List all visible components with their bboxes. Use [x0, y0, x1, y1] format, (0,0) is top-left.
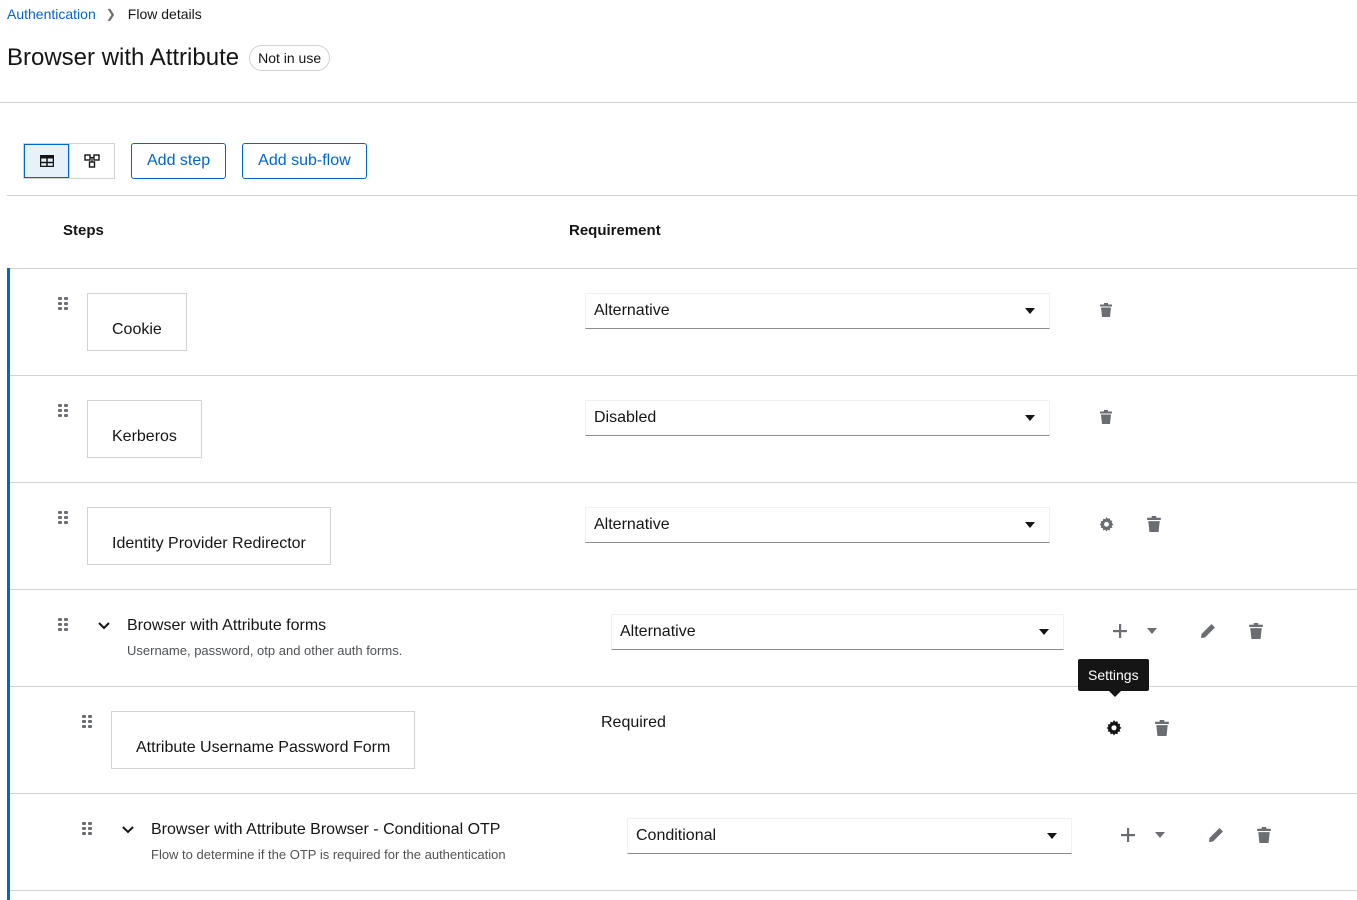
gear-icon: [1098, 516, 1114, 532]
view-toggle-group: [23, 143, 115, 179]
toolbar: Add step Add sub-flow: [23, 143, 367, 179]
chevron-down-icon[interactable]: [120, 822, 136, 838]
edit-button[interactable]: [1204, 823, 1228, 847]
delete-button[interactable]: [1252, 823, 1276, 847]
table-row: Cookie Alternative: [10, 269, 1357, 376]
tooltip-arrow: [1109, 691, 1121, 697]
step-name-card: Cookie: [87, 293, 187, 351]
subflow-title: Browser with Attribute Browser - Conditi…: [151, 821, 501, 838]
requirement-select-value: Alternative: [620, 623, 696, 640]
step-name-card: Identity Provider Redirector: [87, 507, 331, 565]
table-row: Kerberos Disabled: [10, 376, 1357, 483]
page-title: Browser with Attribute: [7, 44, 240, 71]
table-icon: [39, 155, 54, 167]
tooltip-text: Settings: [1088, 667, 1139, 683]
requirement-select-value: Alternative: [594, 302, 670, 319]
add-step-button[interactable]: Add step: [131, 143, 227, 179]
step-name-card: Attribute Username Password Form: [111, 711, 416, 769]
add-options-toggle[interactable]: [1140, 619, 1164, 643]
caret-down-icon: [1025, 415, 1035, 421]
column-header-requirement: Requirement: [569, 222, 661, 239]
requirement-select[interactable]: Conditional: [627, 818, 1072, 854]
requirement-select-value: Disabled: [594, 409, 657, 426]
add-execution-button[interactable]: [1108, 619, 1132, 643]
caret-down-icon: [1025, 522, 1035, 528]
delete-button[interactable]: [1094, 298, 1118, 322]
add-options-toggle[interactable]: [1148, 823, 1172, 847]
subflow-description: Username, password, otp and other auth f…: [127, 643, 403, 658]
toolbar-divider: [7, 195, 1357, 196]
caret-down-icon: [1155, 832, 1165, 838]
table-row: Browser with Attribute Browser - Conditi…: [10, 794, 1357, 891]
table-row: Attribute Username Password Form Require…: [10, 687, 1357, 794]
delete-button[interactable]: [1244, 619, 1268, 643]
drag-handle-icon[interactable]: [82, 715, 92, 729]
requirement-select-value: Conditional: [636, 827, 717, 844]
caret-down-icon: [1047, 833, 1057, 839]
chevron-right-icon: ❯: [105, 7, 116, 21]
breadcrumb: Authentication ❯ Flow details: [7, 6, 202, 22]
requirement-static: Required: [601, 714, 666, 731]
trash-icon: [1100, 303, 1112, 317]
edit-button[interactable]: [1196, 619, 1220, 643]
drag-handle-icon[interactable]: [58, 618, 68, 632]
settings-button[interactable]: [1094, 512, 1118, 536]
diagram-icon: [84, 154, 100, 168]
drag-handle-icon[interactable]: [82, 822, 92, 836]
caret-down-icon: [1025, 308, 1035, 314]
gear-icon: [1106, 720, 1122, 736]
delete-button[interactable]: [1150, 716, 1174, 740]
table-row: Identity Provider Redirector Alternative: [10, 483, 1357, 590]
subflow-title: Browser with Attribute forms: [127, 617, 327, 634]
breadcrumb-current: Flow details: [127, 6, 202, 22]
drag-handle-icon[interactable]: [58, 297, 68, 311]
chevron-down-icon[interactable]: [96, 618, 112, 634]
caret-down-icon: [1039, 629, 1049, 635]
plus-icon: [1121, 828, 1135, 842]
requirement-select[interactable]: Disabled: [585, 400, 1050, 436]
trash-icon: [1147, 516, 1161, 532]
requirement-select-value: Alternative: [594, 516, 670, 533]
drag-handle-icon[interactable]: [58, 404, 68, 418]
subflow-description: Flow to determine if the OTP is required…: [151, 847, 506, 862]
settings-button[interactable]: [1102, 716, 1126, 740]
trash-icon: [1100, 410, 1112, 424]
header-divider: [0, 102, 1357, 103]
breadcrumb-authentication-link[interactable]: Authentication: [7, 6, 96, 22]
pencil-icon: [1209, 828, 1223, 842]
plus-icon: [1113, 624, 1127, 638]
requirement-select[interactable]: Alternative: [585, 507, 1050, 543]
requirement-select[interactable]: Alternative: [611, 614, 1064, 650]
trash-icon: [1155, 720, 1169, 736]
pencil-icon: [1201, 624, 1215, 638]
trash-icon: [1249, 623, 1263, 639]
status-badge: Not in use: [249, 45, 331, 71]
table-row: Browser with Attribute forms Username, p…: [10, 590, 1357, 687]
add-execution-button[interactable]: [1116, 823, 1140, 847]
trash-icon: [1257, 827, 1271, 843]
requirement-select[interactable]: Alternative: [585, 293, 1050, 329]
settings-tooltip: Settings: [1078, 659, 1149, 697]
table-view-toggle[interactable]: [24, 144, 69, 178]
title-row: Browser with Attribute Not in use: [7, 44, 331, 72]
diagram-view-toggle[interactable]: [69, 144, 114, 178]
column-header-steps: Steps: [63, 222, 104, 239]
delete-button[interactable]: [1094, 405, 1118, 429]
add-subflow-button[interactable]: Add sub-flow: [242, 143, 367, 179]
delete-button[interactable]: [1142, 512, 1166, 536]
drag-handle-icon[interactable]: [58, 511, 68, 525]
step-name-card: Kerberos: [87, 400, 202, 458]
caret-down-icon: [1147, 628, 1157, 634]
